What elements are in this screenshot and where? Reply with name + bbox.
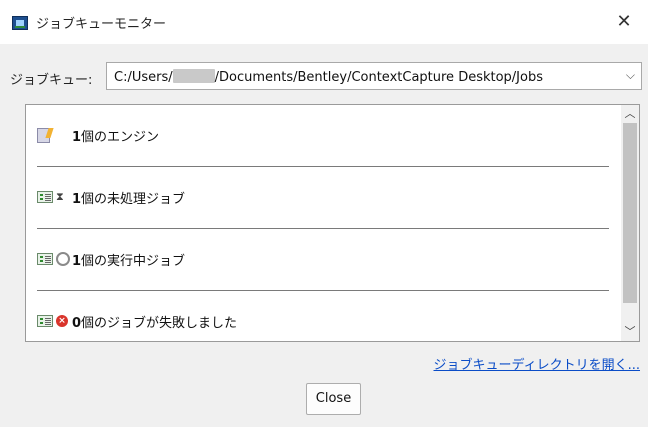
hourglass-icon: ⧗: [56, 190, 64, 203]
list-item-running-jobs: 1個の実行中ジョブ: [27, 229, 619, 291]
running-count: 1: [72, 254, 82, 269]
job-queue-path: C:/Users/ /Documents/Bentley/ContextCaptu…: [114, 69, 543, 85]
scroll-up-icon[interactable]: ︿: [621, 105, 639, 123]
chevron-down-icon[interactable]: ⌵: [626, 68, 635, 83]
job-list-icon: [37, 253, 53, 265]
list-item-failed-jobs: × 0個のジョブが失敗しました: [27, 291, 619, 341]
engine-count: 1: [72, 130, 82, 145]
close-button[interactable]: Close: [306, 383, 361, 415]
open-job-queue-directory-link[interactable]: ジョブキューディレクトリを開く...: [434, 354, 641, 373]
path-suffix: /Documents/Bentley/ContextCapture Deskto…: [214, 70, 543, 85]
close-icon[interactable]: ✕: [612, 8, 636, 36]
pending-count: 1: [72, 192, 82, 207]
job-queue-select[interactable]: C:/Users/ /Documents/Bentley/ContextCaptu…: [106, 62, 642, 90]
job-status-list: 1個のエンジン ⧗ 1個の未処理ジョブ 1個の実行中ジョブ × 0個のジョブが失…: [25, 104, 640, 342]
scrollbar-thumb[interactable]: [623, 123, 637, 303]
app-icon: [12, 16, 28, 30]
failed-count: 0: [72, 316, 82, 331]
pending-label: 個の未処理ジョブ: [81, 192, 186, 207]
job-queue-label: ジョブキュー:: [10, 73, 93, 88]
engine-icon: [37, 127, 50, 143]
job-list-icon: [37, 315, 53, 327]
vertical-scrollbar[interactable]: ︿ ﹀: [621, 105, 639, 341]
dialog-body: ジョブキュー: C:/Users/ /Documents/Bentley/Cont…: [0, 44, 648, 427]
job-queue-row: ジョブキュー: C:/Users/ /Documents/Bentley/Cont…: [10, 62, 642, 92]
error-icon: ×: [56, 315, 68, 327]
gears-icon: [56, 252, 70, 266]
job-list-icon: [37, 191, 53, 203]
failed-label: 個のジョブが失敗しました: [81, 316, 238, 331]
window-title: ジョブキューモニター: [36, 17, 167, 32]
path-prefix: C:/Users/: [114, 70, 173, 85]
redacted-username: [172, 69, 215, 83]
engine-label: 個のエンジン: [81, 130, 160, 145]
running-label: 個の実行中ジョブ: [81, 254, 186, 269]
scroll-down-icon[interactable]: ﹀: [621, 323, 639, 341]
title-bar: ジョブキューモニター ✕: [0, 0, 648, 44]
list-item-pending-jobs: ⧗ 1個の未処理ジョブ: [27, 167, 619, 229]
list-item-engines: 1個のエンジン: [27, 105, 619, 167]
job-queue-monitor-window: ジョブキューモニター ✕ ジョブキュー: C:/Users/ /Documents…: [0, 0, 648, 427]
